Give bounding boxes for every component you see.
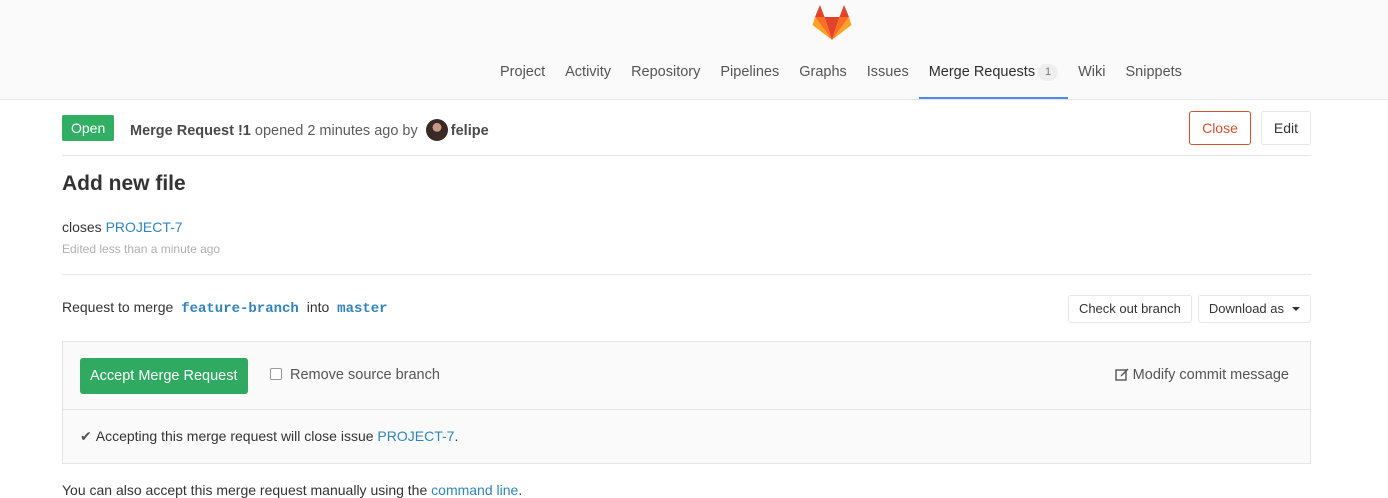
edit-icon xyxy=(1114,368,1129,381)
issue-link[interactable]: PROJECT-7 xyxy=(106,219,183,235)
nav-merge-requests[interactable]: Merge Requests 1 xyxy=(918,50,1069,99)
edited-timestamp: Edited less than a minute ago xyxy=(62,242,221,256)
closes-issue-note: ✔ Accepting this merge request will close… xyxy=(80,428,458,445)
close-button[interactable]: Close xyxy=(1189,111,1251,145)
header-actions: Close Edit xyxy=(1189,111,1311,145)
download-as-dropdown[interactable]: Download as xyxy=(1197,295,1311,323)
modify-commit-message-label: Modify commit message xyxy=(1132,367,1289,383)
project-nav: Project Activity Repository Pipelines Gr… xyxy=(490,50,1192,99)
merge-requests-count-badge: 1 xyxy=(1038,64,1059,81)
edit-button[interactable]: Edit xyxy=(1260,111,1311,145)
avatar[interactable] xyxy=(425,119,448,141)
remove-source-branch-checkbox[interactable] xyxy=(270,368,282,380)
source-branch[interactable]: feature-branch xyxy=(181,301,299,317)
check-icon: ✔ xyxy=(80,428,92,444)
manual-merge-suffix: . xyxy=(518,482,523,498)
merge-widget-actions: Accept Merge Request Remove source branc… xyxy=(63,342,1310,410)
nav-project[interactable]: Project xyxy=(490,50,555,99)
download-as-label: Download as xyxy=(1208,301,1284,316)
remove-source-branch[interactable]: Remove source branch xyxy=(270,367,440,383)
modify-commit-message-link[interactable]: Modify commit message xyxy=(1114,367,1289,383)
merge-widget: Accept Merge Request Remove source branc… xyxy=(62,341,1311,464)
author-link[interactable]: felipe xyxy=(451,123,489,139)
nav-merge-requests-label: Merge Requests xyxy=(928,64,1036,80)
divider xyxy=(62,274,1311,275)
remove-source-branch-label: Remove source branch xyxy=(290,367,440,383)
mr-detail-header: Open Merge Request !1 opened 2 minutes a… xyxy=(62,111,1311,156)
mr-reference: Merge Request !1 xyxy=(130,123,251,139)
into-text: into xyxy=(306,299,330,315)
nav-repository[interactable]: Repository xyxy=(621,50,710,99)
nav-graphs[interactable]: Graphs xyxy=(789,50,857,99)
mr-description: closes PROJECT-7 xyxy=(62,219,183,235)
caret-down-icon xyxy=(1292,307,1300,311)
closes-suffix: . xyxy=(454,428,459,444)
mr-meta: Merge Request !1 opened 2 minutes ago by… xyxy=(130,119,489,141)
manual-merge-prefix: You can also accept this merge request m… xyxy=(62,482,428,498)
command-line-link[interactable]: command line xyxy=(431,482,518,498)
nav-pipelines[interactable]: Pipelines xyxy=(710,50,789,99)
target-branch[interactable]: master xyxy=(337,301,387,317)
nav-issues[interactable]: Issues xyxy=(857,50,919,99)
top-header: Project Activity Repository Pipelines Gr… xyxy=(0,0,1388,100)
merge-actions: Check out branch Download as xyxy=(1067,295,1311,323)
gitlab-logo-icon[interactable] xyxy=(812,4,852,42)
nav-activity[interactable]: Activity xyxy=(555,50,621,99)
accept-merge-request-button[interactable]: Accept Merge Request xyxy=(80,358,248,394)
description-prefix: closes xyxy=(62,219,102,235)
manual-merge-note: You can also accept this merge request m… xyxy=(62,482,522,498)
merge-branches: Request to merge feature-branch into mas… xyxy=(62,299,392,317)
page-title: Add new file xyxy=(62,172,186,195)
merge-prefix: Request to merge xyxy=(62,299,174,315)
checkout-branch-button[interactable]: Check out branch xyxy=(1067,295,1192,323)
nav-wiki[interactable]: Wiki xyxy=(1068,50,1115,99)
opened-text: opened 2 minutes ago by xyxy=(254,123,418,139)
closes-issue-link[interactable]: PROJECT-7 xyxy=(377,428,454,444)
status-badge: Open xyxy=(62,115,115,141)
closes-prefix: Accepting this merge request will close … xyxy=(95,428,374,444)
nav-snippets[interactable]: Snippets xyxy=(1115,50,1191,99)
